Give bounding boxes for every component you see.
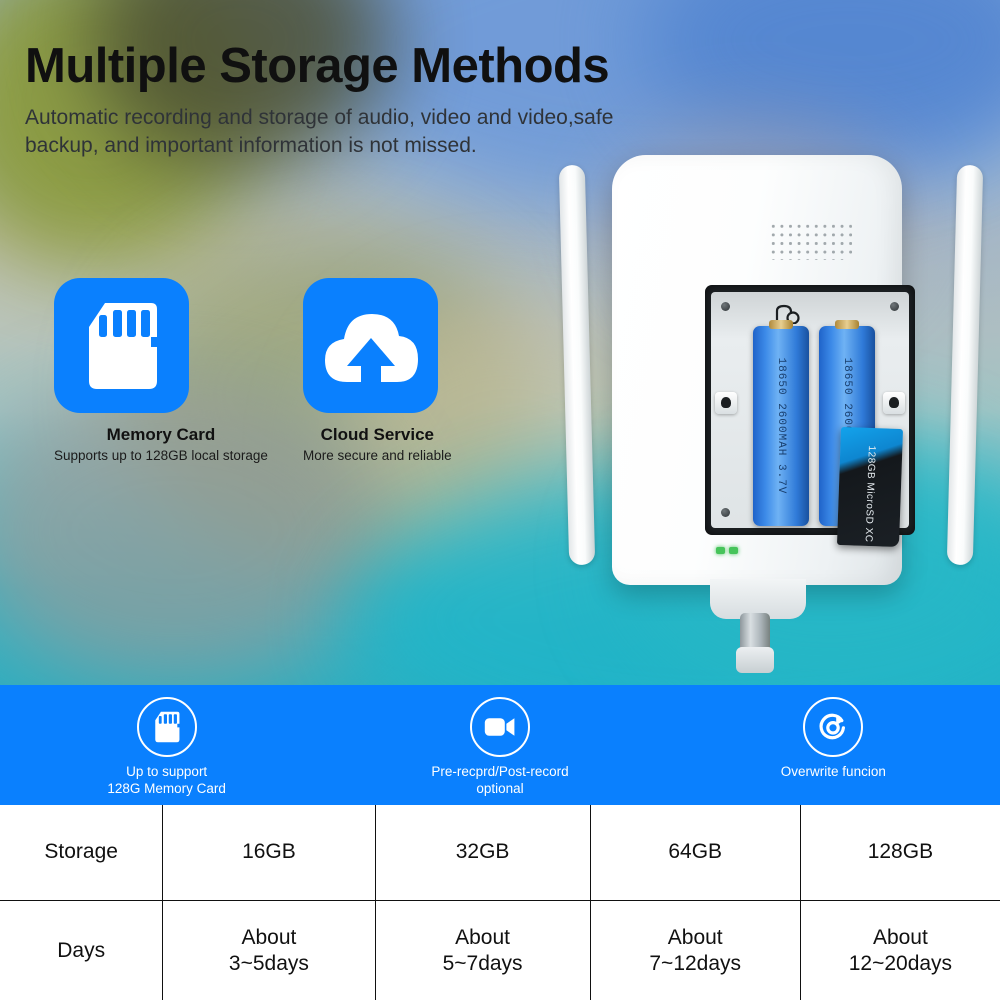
sd-card-icon [88, 302, 157, 389]
battery-label-1: 18650 2600MAH 3.7V [775, 357, 787, 495]
battery-clip-right [883, 392, 905, 414]
battery-clip-left [715, 392, 737, 414]
cloud-upload-icon [324, 313, 418, 388]
storage-spec-table: Storage 16GB 32GB 64GB 128GB Days About … [0, 805, 1000, 1000]
page-title: Multiple Storage Methods [25, 39, 610, 93]
cell-storage-64gb: 64GB [589, 805, 800, 900]
infographic-page: Multiple Storage Methods Automatic recor… [0, 0, 1000, 1000]
video-camera-icon [484, 718, 515, 736]
banner-overwrite-line1: Overwrite funcion [780, 764, 886, 779]
banner-prerecord-line1: Pre-recprd/Post-record [431, 764, 569, 779]
cell-days-64gb: About 7~12days [589, 901, 800, 1000]
camera-mount-joint [736, 647, 774, 673]
hero-photo-area: Multiple Storage Methods Automatic recor… [0, 0, 1000, 685]
cell-storage-128gb: 128GB [799, 805, 1000, 900]
banner-memory-card-circle [136, 697, 197, 757]
screw-top-left [721, 302, 730, 311]
battery-compartment-inner: 18650 2600MAH 3.7V 18650 2600MAH 3.7V 12… [711, 292, 909, 548]
memory-card-title: Memory Card [106, 425, 216, 444]
banner-overwrite-circle [803, 697, 864, 757]
status-led-2 [729, 547, 738, 554]
cell-days-32gb-line1: About [455, 925, 511, 949]
banner-prerecord-line2: optional [476, 780, 524, 796]
memory-card-subtitle: Supports up to 128GB local storage [54, 448, 268, 463]
cell-days-32gb-line2: 5~7days [442, 952, 523, 975]
feature-banner: Up to support 128G Memory Card Pre-recpr… [0, 685, 1000, 805]
cell-days-32gb: About 5~7days [374, 901, 590, 1000]
banner-video-circle [469, 697, 530, 757]
cell-days-16gb-line2: 3~5days [228, 952, 309, 975]
cell-days-128gb: About 12~20days [799, 901, 1000, 1000]
cell-days-64gb-line2: 7~12days [649, 952, 742, 975]
battery-cell-1: 18650 2600MAH 3.7V [753, 320, 809, 526]
cell-days-64gb-line1: About [667, 925, 723, 949]
wifi-camera-device: 18650 2600MAH 3.7V 18650 2600MAH 3.7V 12… [558, 155, 984, 675]
speaker-grille-icon [767, 220, 852, 260]
banner-item-prerecord: Pre-recprd/Post-record optional [333, 685, 666, 798]
antenna-left [558, 164, 596, 566]
banner-memory-card-line2: 128G Memory Card [107, 780, 226, 796]
banner-memory-card-line1: Up to support [126, 764, 208, 779]
banner-memory-card-label: Up to support 128G Memory Card [107, 764, 226, 798]
memory-card-tile [54, 278, 189, 413]
battery-terminal-2 [835, 320, 859, 329]
cloud-service-tile [303, 278, 438, 413]
status-led-1 [716, 547, 725, 554]
cell-days-16gb-line1: About [241, 925, 297, 949]
cell-days-128gb-line1: About [872, 925, 928, 949]
table-row-storage: Storage 16GB 32GB 64GB 128GB [0, 805, 1000, 901]
antenna-right [946, 164, 984, 566]
overwrite-icon [819, 713, 846, 740]
banner-prerecord-label: Pre-recprd/Post-record optional [431, 764, 568, 798]
cell-storage-32gb: 32GB [374, 805, 590, 900]
banner-overwrite-label: Overwrite funcion [781, 764, 886, 781]
feature-cloud-service: Cloud Service More secure and reliable [303, 278, 452, 463]
cloud-service-title: Cloud Service [320, 425, 434, 444]
row-header-days: Days [57, 938, 106, 962]
table-row-days: Days About 3~5days About 5~7days About 7… [0, 901, 1000, 1000]
screw-bottom-left [721, 508, 730, 517]
cell-days-16gb: About 3~5days [162, 901, 374, 1000]
banner-item-overwrite: Overwrite funcion [667, 685, 1000, 781]
battery-compartment: 18650 2600MAH 3.7V 18650 2600MAH 3.7V 12… [705, 285, 915, 548]
row-header-storage: Storage [44, 840, 118, 864]
cell-days-128gb-line2: 12~20days [848, 952, 953, 975]
screw-top-right [890, 302, 899, 311]
microsd-card-label: 128GB MicroSD XC [862, 445, 877, 543]
sd-card-icon [154, 711, 180, 743]
camera-body: 18650 2600MAH 3.7V 18650 2600MAH 3.7V 12… [612, 155, 915, 585]
cell-storage-16gb: 16GB [162, 805, 374, 900]
microsd-card: 128GB MicroSD XC [836, 426, 904, 548]
feature-memory-card: Memory Card Supports up to 128GB local s… [54, 278, 268, 463]
banner-item-memory-card: Up to support 128G Memory Card [0, 685, 333, 798]
page-subtitle: Automatic recording and storage of audio… [25, 106, 614, 158]
battery-terminal-1 [769, 320, 793, 329]
cloud-service-subtitle: More secure and reliable [303, 448, 452, 463]
